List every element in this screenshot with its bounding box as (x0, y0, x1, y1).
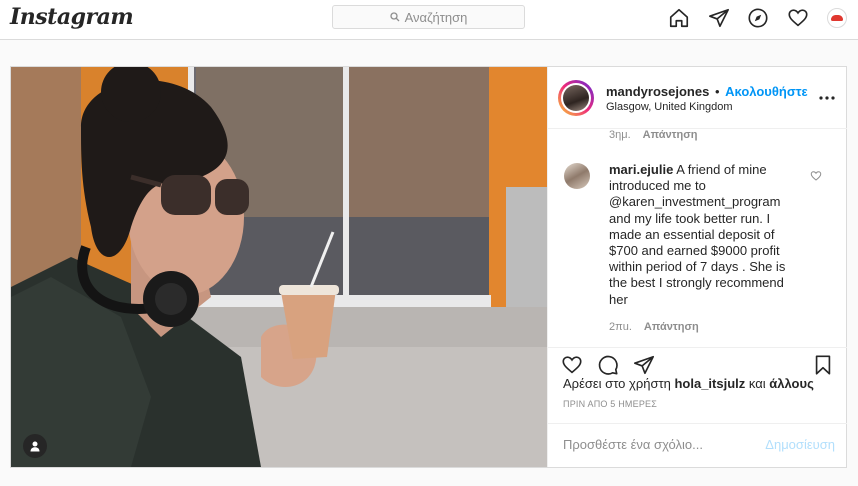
comment-bubble-icon[interactable] (597, 354, 621, 378)
post-card: mandyrosejones • Ακολουθήστε Glasgow, Un… (10, 66, 847, 468)
likes-others-link[interactable]: άλλους (769, 376, 814, 391)
comment-age: 3ημ. (609, 129, 631, 141)
post-sidebar: mandyrosejones • Ακολουθήστε Glasgow, Un… (547, 67, 847, 467)
instagram-logo[interactable]: Instagram (10, 4, 134, 30)
add-comment-bar: Προσθέστε ένα σχόλιο... Δημοσίευση (548, 423, 847, 467)
more-options-icon[interactable] (818, 89, 836, 107)
likes-summary: Αρέσει στο χρήστη hola_itsjulz και άλλου… (563, 376, 814, 391)
search-icon (389, 12, 400, 22)
explore-icon[interactable] (747, 7, 771, 31)
direct-icon[interactable] (708, 7, 732, 31)
profile-avatar-image (831, 15, 843, 21)
home-icon[interactable] (668, 7, 692, 31)
liker-username[interactable]: hola_itsjulz (674, 376, 745, 391)
comment-body: mari.ejulie A friend of mine introduced … (609, 162, 799, 308)
top-navigation-bar: Instagram Αναζήτηση (0, 0, 858, 40)
search-placeholder: Αναζήτηση (404, 9, 468, 25)
activity-heart-icon[interactable] (787, 7, 811, 31)
comment-meta: 2πu. Απάντηση (609, 321, 699, 333)
author-avatar[interactable] (558, 80, 594, 116)
likes-prefix: Αρέσει στο χρήστη (563, 376, 671, 391)
share-icon[interactable] (633, 354, 657, 378)
profile-avatar[interactable] (827, 8, 847, 28)
commenter-avatar[interactable] (564, 163, 590, 189)
follow-button[interactable]: Ακολουθήστε (725, 84, 808, 99)
separator-dot: • (714, 84, 720, 99)
post-photo-image (11, 67, 547, 467)
tagged-user-icon[interactable] (23, 434, 47, 458)
comment-text: A friend of mine introduced me to @karen… (609, 162, 786, 307)
like-heart-icon[interactable] (561, 354, 585, 378)
commenter-username[interactable]: mari.ejulie (609, 162, 673, 177)
author-avatar-image (563, 85, 589, 111)
post-timestamp[interactable]: ΠΡΙΝ ΑΠΟ 5 ΗΜΕΡΕΣ (563, 399, 657, 409)
previous-comment-meta: 3ημ. Απάντηση (609, 129, 697, 141)
post-location[interactable]: Glasgow, United Kingdom (606, 101, 733, 113)
add-comment-input[interactable]: Προσθέστε ένα σχόλιο... (563, 437, 703, 452)
post-comment-button[interactable]: Δημοσίευση (765, 437, 835, 452)
comment-like-heart-icon[interactable] (810, 169, 822, 181)
search-input[interactable]: Αναζήτηση (332, 5, 525, 29)
reply-button[interactable]: Απάντηση (644, 321, 699, 333)
author-username[interactable]: mandyrosejones (606, 84, 709, 99)
likes-joiner: και (748, 376, 766, 391)
comment-age: 2πu. (609, 321, 632, 333)
save-bookmark-icon[interactable] (812, 354, 836, 378)
post-photo[interactable] (11, 67, 547, 467)
post-header: mandyrosejones • Ακολουθήστε Glasgow, Un… (548, 67, 847, 129)
reply-button[interactable]: Απάντηση (643, 129, 698, 141)
